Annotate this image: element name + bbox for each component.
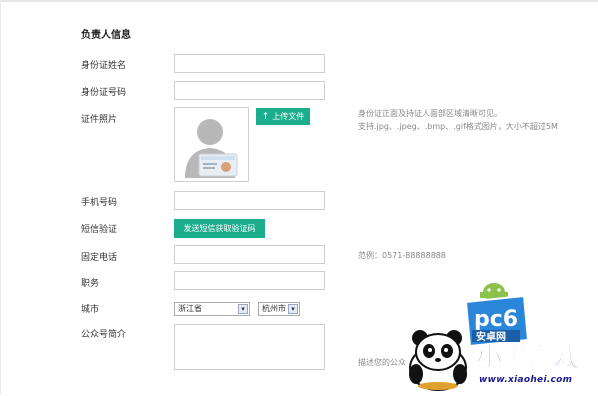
top-border (0, 0, 598, 2)
id-number-input[interactable] (174, 81, 325, 100)
position-label: 职务 (81, 279, 100, 289)
intro-textarea[interactable] (174, 324, 325, 370)
intro-label: 公众号简介 (81, 330, 127, 340)
pc6-brand-text: pc6 (474, 307, 518, 332)
id-number-label: 身份证号码 (81, 88, 127, 98)
xiaohei-game-text: 小黑游戏 (476, 343, 580, 373)
section-title: 负责人信息 (81, 30, 131, 41)
landline-label: 固定电话 (81, 253, 118, 263)
position-input[interactable] (174, 271, 325, 290)
upload-file-button[interactable]: ↑ 上传文件 (256, 108, 310, 125)
name-label: 身份证姓名 (81, 61, 127, 71)
panda-mascot (402, 324, 474, 396)
sms-label: 短信验证 (81, 225, 118, 235)
intro-hint: 描述您的公众 (358, 358, 406, 367)
upload-button-label: 上传文件 (272, 112, 305, 121)
province-select-value: 浙江省 (178, 304, 202, 313)
city-select-value: 杭州市 (262, 304, 286, 313)
upload-arrow-icon: ↑ (261, 112, 270, 122)
landline-input[interactable] (174, 245, 325, 264)
left-border (0, 0, 1, 394)
phone-label: 手机号码 (81, 198, 118, 208)
city-label: 城市 (81, 305, 100, 315)
landline-example: 范例：0571-88888888 (358, 251, 446, 260)
photo-label: 证件照片 (81, 115, 118, 125)
phone-input[interactable] (174, 191, 325, 210)
city-select[interactable]: 杭州市 ▾ (258, 302, 300, 316)
send-sms-code-button[interactable]: 发送短信获取验证码 (174, 219, 265, 238)
province-select[interactable]: 浙江省 ▾ (174, 302, 250, 316)
xiaohei-game-logo: 小黑游戏 (472, 338, 596, 378)
photo-hint-line2: 支持.jpg、.jpeg、.bmp、.gif格式图片，大小不超过5M (358, 122, 558, 131)
chevron-down-icon: ▾ (288, 304, 298, 314)
name-input[interactable] (174, 54, 325, 73)
id-photo-sample-icon (185, 119, 238, 178)
id-photo-placeholder (174, 107, 249, 182)
chevron-down-icon: ▾ (238, 304, 248, 314)
watermark-url: www.xiaohei.com (479, 375, 573, 385)
photo-hint-line1: 身份证正面及持证人面部区域清晰可见。 (358, 109, 502, 118)
